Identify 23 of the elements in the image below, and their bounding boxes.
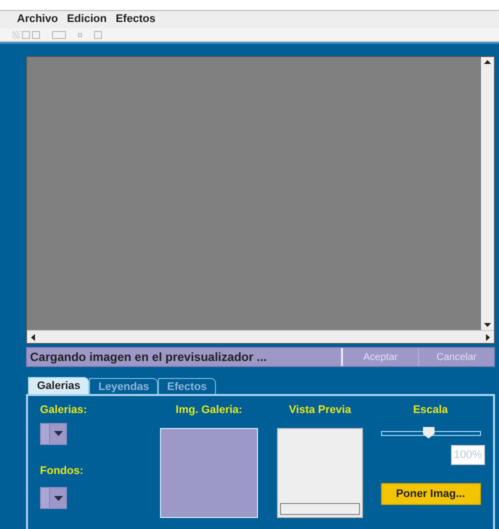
dropdown-arrow-icon xyxy=(54,496,62,500)
galerias-label: Galerias: xyxy=(40,403,88,418)
scroll-right-icon[interactable] xyxy=(486,334,490,340)
status-field: Cargando imagen en el previsualizador ... xyxy=(27,348,343,366)
dropdown-arrow-icon xyxy=(54,431,62,436)
tab[interactable]: Galerias xyxy=(28,377,90,394)
menu-item[interactable]: Archivo xyxy=(17,11,58,28)
img-galeria-label: Img. Galeria: xyxy=(176,403,242,418)
grip-icon xyxy=(12,30,20,38)
scroll-up-icon[interactable] xyxy=(484,60,491,64)
vista-previa-label: Vista Previa xyxy=(288,403,352,418)
scroll-down-icon[interactable] xyxy=(484,323,491,327)
menu-item[interactable]: Edicion xyxy=(66,11,107,28)
galerias-dropdown[interactable] xyxy=(40,422,67,444)
fondos-label: Fondos: xyxy=(40,464,84,478)
scroll-left-icon[interactable] xyxy=(31,334,35,340)
horizontal-scrollbar[interactable] xyxy=(27,330,494,343)
poner-imagen-button[interactable]: Poner Imag... xyxy=(380,483,480,505)
escala-label: Escala xyxy=(413,403,448,418)
menu-item[interactable]: Efectos xyxy=(116,11,156,28)
vertical-scrollbar[interactable] xyxy=(481,57,494,330)
scale-slider-thumb[interactable] xyxy=(422,426,435,438)
fondos-dropdown[interactable] xyxy=(40,487,67,509)
